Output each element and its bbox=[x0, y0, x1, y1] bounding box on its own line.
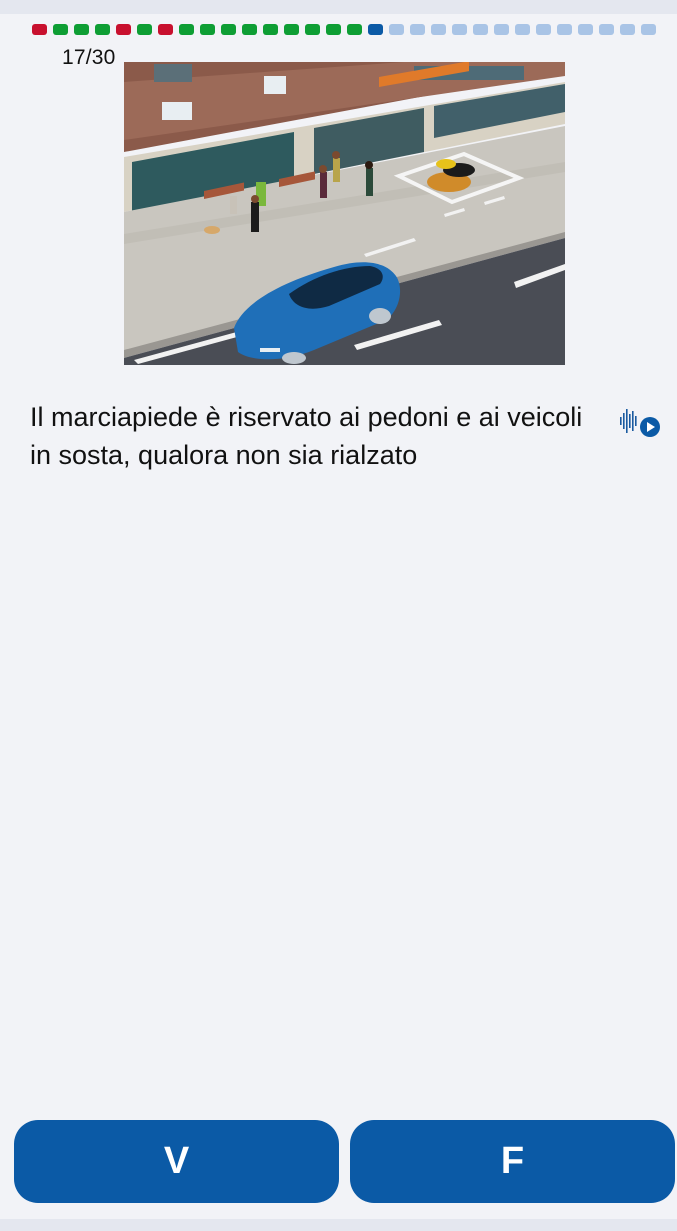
status-bar bbox=[0, 0, 677, 14]
ac-unit bbox=[264, 76, 286, 94]
question-illustration bbox=[124, 62, 565, 365]
progress-dot-wrong bbox=[158, 24, 173, 35]
progress-dot-pending bbox=[431, 24, 446, 35]
progress-dot-correct bbox=[263, 24, 278, 35]
progress-dot-correct bbox=[347, 24, 362, 35]
progress-dot-wrong bbox=[116, 24, 131, 35]
progress-dot-correct bbox=[74, 24, 89, 35]
progress-dot-pending bbox=[578, 24, 593, 35]
progress-dot-wrong bbox=[32, 24, 47, 35]
progress-dot-current bbox=[368, 24, 383, 35]
progress-dot-pending bbox=[620, 24, 635, 35]
progress-dot-correct bbox=[305, 24, 320, 35]
progress-dot-pending bbox=[641, 24, 656, 35]
progress-dot-pending bbox=[494, 24, 509, 35]
true-answer-button[interactable]: V bbox=[14, 1120, 339, 1203]
home-indicator-bar bbox=[0, 1219, 677, 1231]
progress-dot-correct bbox=[242, 24, 257, 35]
progress-dot-correct bbox=[284, 24, 299, 35]
question-text: Il marciapiede è riservato ai pedoni e a… bbox=[30, 402, 583, 470]
dog bbox=[204, 226, 220, 234]
progress-dot-correct bbox=[53, 24, 68, 35]
ac-unit bbox=[162, 102, 192, 120]
false-answer-button[interactable]: F bbox=[350, 1120, 675, 1203]
audio-play-button[interactable] bbox=[618, 405, 664, 437]
audio-play-icon bbox=[620, 409, 660, 437]
progress-dot-correct bbox=[137, 24, 152, 35]
progress-dot-correct bbox=[200, 24, 215, 35]
progress-dot-correct bbox=[179, 24, 194, 35]
pedestrian bbox=[251, 202, 259, 232]
progress-indicator bbox=[32, 24, 662, 36]
question-counter: 17/30 bbox=[62, 46, 116, 69]
progress-dot-pending bbox=[515, 24, 530, 35]
progress-dot-pending bbox=[557, 24, 572, 35]
progress-dot-pending bbox=[452, 24, 467, 35]
progress-dot-pending bbox=[389, 24, 404, 35]
progress-dot-pending bbox=[410, 24, 425, 35]
progress-dot-correct bbox=[221, 24, 236, 35]
progress-dot-correct bbox=[95, 24, 110, 35]
progress-dot-pending bbox=[536, 24, 551, 35]
progress-dot-pending bbox=[599, 24, 614, 35]
progress-dot-correct bbox=[326, 24, 341, 35]
progress-dot-pending bbox=[473, 24, 488, 35]
